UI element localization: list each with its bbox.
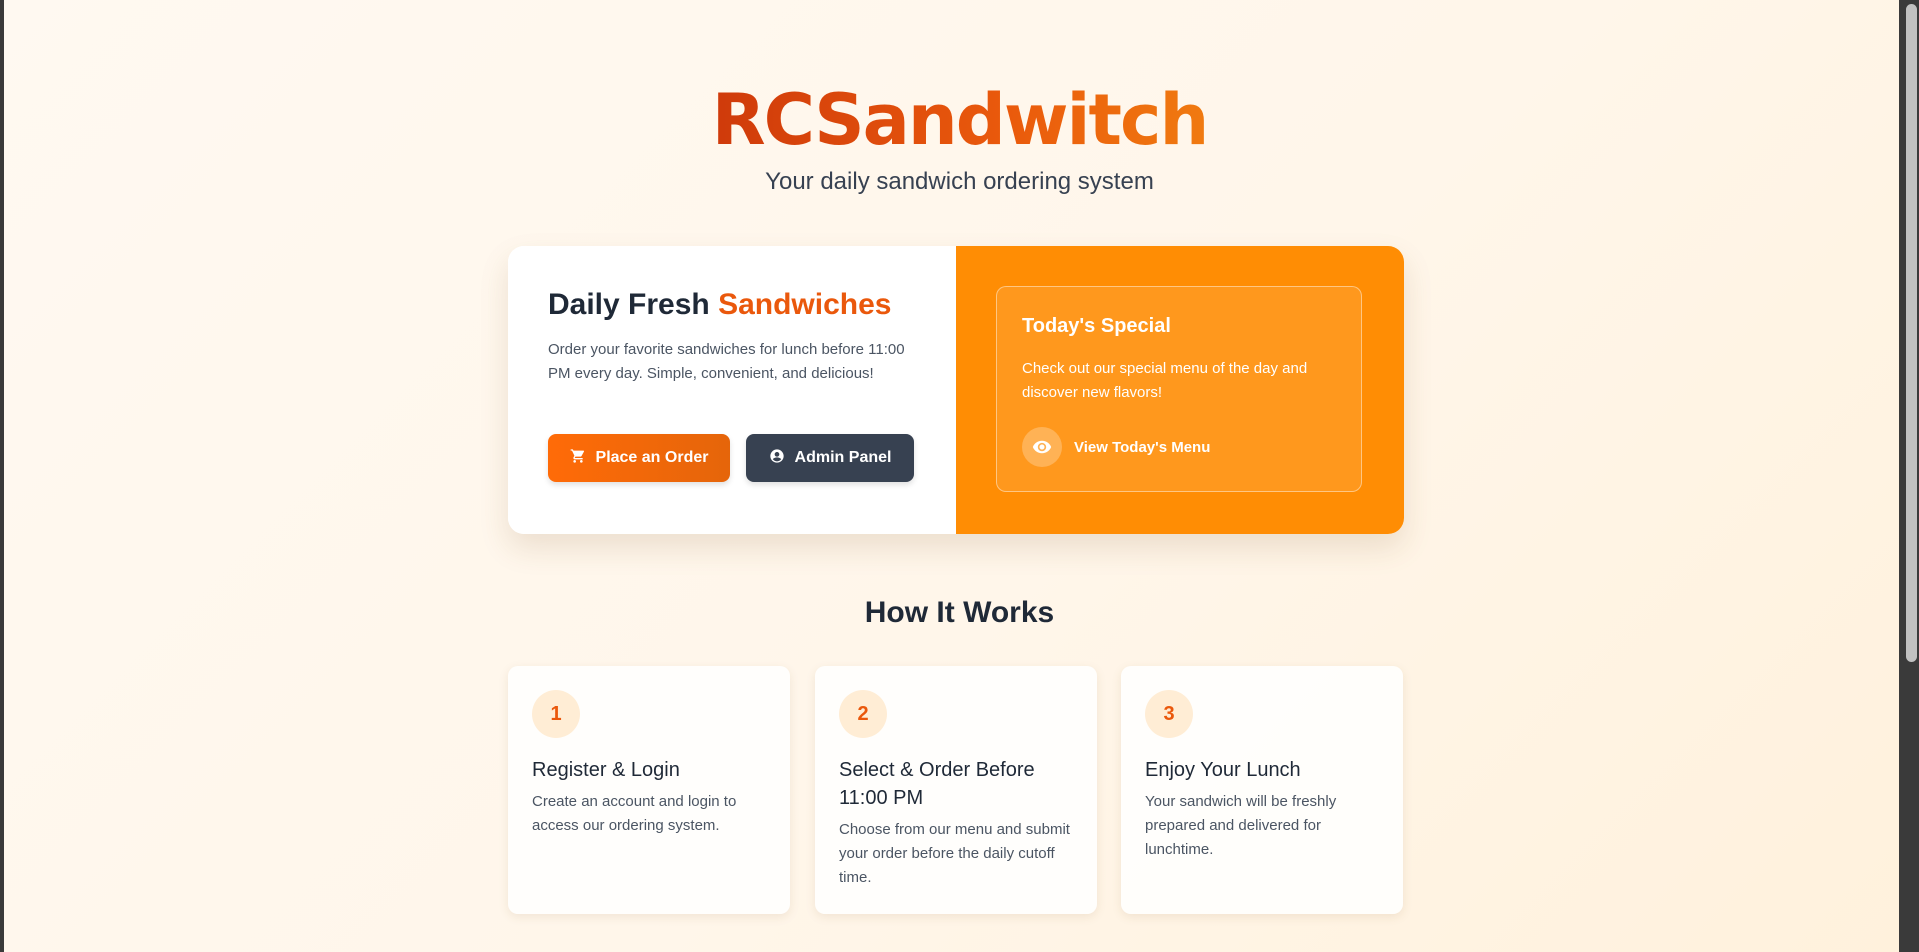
step-number-badge: 3	[1145, 690, 1193, 738]
app-subtitle: Your daily sandwich ordering system	[765, 168, 1154, 195]
place-order-button[interactable]: Place an Order	[548, 434, 730, 482]
step-description: Choose from our menu and submit your ord…	[839, 821, 1070, 886]
app-title: RCSandwitch	[0, 78, 1919, 162]
special-text: Check out our special menu of the day an…	[1022, 360, 1308, 401]
step-title: Select & Order Before 11:00 PM	[839, 759, 1035, 809]
special-title: Today's Special	[1022, 315, 1171, 337]
how-it-works-heading: How It Works	[864, 596, 1055, 629]
hero-intro: Daily Fresh Sandwiches Order your favori…	[508, 246, 956, 534]
place-order-label: Place an Order	[595, 449, 709, 466]
app-title-text: RCSandwitch	[711, 79, 1210, 161]
hero-card: Daily Fresh Sandwiches Order your favori…	[508, 246, 1404, 534]
step-card: 1 Register & Login Create an account and…	[508, 666, 790, 914]
step-number-badge: 2	[839, 690, 887, 738]
todays-special-card: Today's Special Check out our special me…	[996, 286, 1362, 492]
admin-panel-label: Admin Panel	[794, 449, 892, 466]
step-description: Your sandwich will be freshly prepared a…	[1145, 793, 1337, 858]
special-panel: Today's Special Check out our special me…	[956, 246, 1404, 534]
hero-heading-accent: Sandwiches	[718, 288, 892, 321]
hero-heading: Daily Fresh Sandwiches	[548, 288, 891, 322]
eye-icon	[1022, 427, 1062, 467]
view-menu-link[interactable]: View Today's Menu	[1022, 427, 1210, 467]
step-card: 2 Select & Order Before 11:00 PM Choose …	[815, 666, 1097, 914]
step-description: Create an account and login to access ou…	[532, 793, 737, 834]
step-number-badge: 1	[532, 690, 580, 738]
step-title: Enjoy Your Lunch	[1145, 759, 1301, 781]
view-menu-label: View Today's Menu	[1074, 438, 1211, 456]
hero-description: Order your favorite sandwiches for lunch…	[548, 341, 905, 382]
admin-panel-button[interactable]: Admin Panel	[746, 434, 914, 482]
user-circle-icon	[769, 448, 785, 469]
step-title: Register & Login	[532, 759, 680, 781]
cart-icon	[570, 448, 586, 469]
hero-heading-plain: Daily Fresh	[548, 288, 710, 321]
step-card: 3 Enjoy Your Lunch Your sandwich will be…	[1121, 666, 1403, 914]
